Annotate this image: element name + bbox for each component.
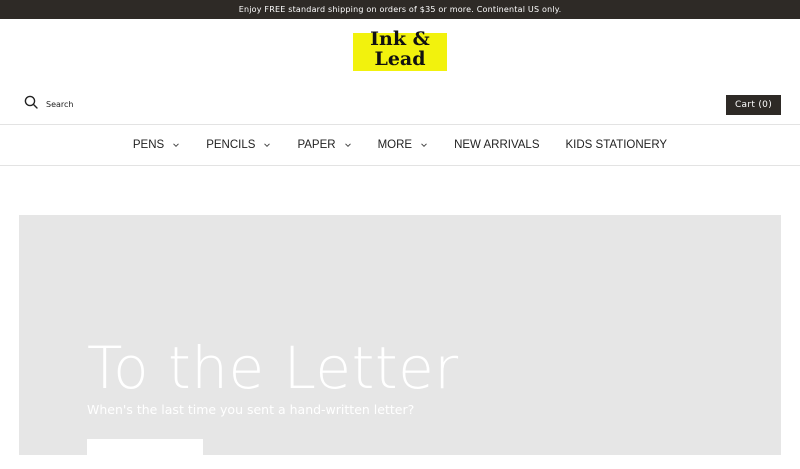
chevron-down-icon <box>344 143 351 148</box>
cart-button[interactable]: Cart (0) <box>726 95 781 115</box>
logo-line-1: Ink & <box>370 28 430 50</box>
search-label: Search <box>46 99 74 109</box>
hero-cta-button[interactable] <box>87 439 203 469</box>
nav-item-kids-stationery[interactable]: KIDS STATIONERY <box>553 125 681 165</box>
nav-item-label: MORE <box>377 139 413 151</box>
nav-item-new-arrivals[interactable]: NEW ARRIVALS <box>441 125 552 165</box>
logo-line-2: Lead <box>374 48 426 70</box>
nav-item-label: PAPER <box>297 139 336 151</box>
announcement-text: Enjoy FREE standard shipping on orders o… <box>238 5 562 14</box>
hero-banner: To the Letter When's the last time you s… <box>19 215 781 469</box>
search-icon <box>24 95 38 114</box>
chevron-down-icon <box>173 143 180 148</box>
store-logo[interactable]: Ink & Lead <box>353 29 447 71</box>
nav-item-more[interactable]: MORE <box>365 125 442 165</box>
main-navigation: PENS PENCILS PAPER MORE NEW ARRIVALS KID… <box>0 124 800 166</box>
nav-item-paper[interactable]: PAPER <box>284 125 364 165</box>
announcement-bar: Enjoy FREE standard shipping on orders o… <box>0 0 800 19</box>
chevron-down-icon <box>421 143 427 148</box>
chevron-down-icon <box>264 143 271 148</box>
hero-subtitle: When's the last time you sent a hand-wri… <box>87 402 415 417</box>
nav-item-label: KIDS STATIONERY <box>565 139 668 151</box>
search-button[interactable]: Search <box>24 95 74 114</box>
nav-item-label: PENS <box>132 139 165 151</box>
hero-title: To the Letter <box>87 334 459 402</box>
logo-wordmark: Ink & Lead <box>353 29 447 69</box>
nav-item-pens[interactable]: PENS <box>120 125 193 165</box>
nav-item-pencils[interactable]: PENCILS <box>193 125 284 165</box>
nav-item-label: NEW ARRIVALS <box>454 139 540 151</box>
nav-item-label: PENCILS <box>206 139 256 151</box>
